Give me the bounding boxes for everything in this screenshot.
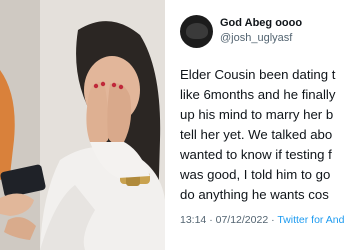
tweet-timestamp[interactable]: 13:14 · 07/12/2022 · xyxy=(180,214,277,226)
tweet-text-line-1: Elder Cousin been dating t xyxy=(180,67,336,82)
tweet-text-line-3: up his mind to marry her b xyxy=(180,107,334,122)
tweet-text-line-4: tell her yet. We talked abo xyxy=(180,127,333,142)
tweet-source[interactable]: Twitter for And xyxy=(277,214,344,226)
tweet-text-line-7: do anything he wants cos xyxy=(180,187,329,202)
photo-woman-covering-face xyxy=(0,0,165,250)
tweet-display-name[interactable]: God Abeg oooo xyxy=(220,17,302,29)
tweet-text-line-6: was good, I told him to go xyxy=(180,167,331,182)
tweet-text-line-5: wanted to know if testing f xyxy=(180,147,332,162)
tweet-handle[interactable]: @josh_uglyasf xyxy=(220,32,292,44)
tweet-text-line-2: like 6months and he finally xyxy=(180,87,336,102)
tweet-meta: 13:14 · 07/12/2022 · Twitter for And xyxy=(180,214,344,226)
avatar[interactable] xyxy=(180,15,213,48)
